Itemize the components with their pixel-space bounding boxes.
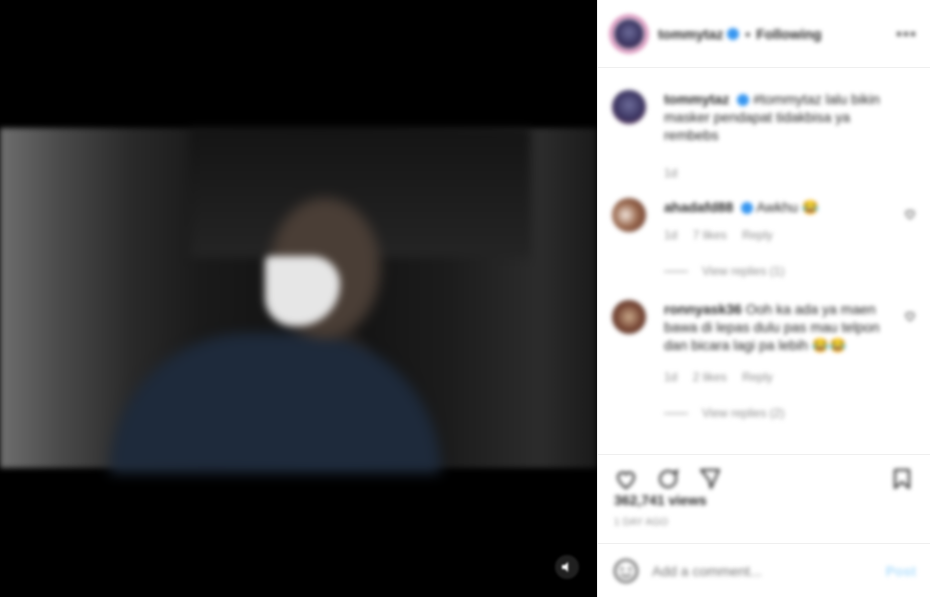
view-replies-button[interactable]: View replies (1) <box>664 262 886 280</box>
view-replies-button[interactable]: View replies (2) <box>664 404 886 422</box>
emoji-icon[interactable] <box>612 557 640 585</box>
verified-badge-icon <box>737 94 750 107</box>
comment-input[interactable] <box>652 562 886 579</box>
comment-like-heart-icon[interactable] <box>904 310 916 322</box>
comment-avatar[interactable] <box>612 198 646 232</box>
comment-likes[interactable]: 7 likes <box>693 228 727 242</box>
more-horizontal-icon[interactable] <box>896 27 916 41</box>
post-video[interactable] <box>0 0 597 597</box>
verified-badge-icon <box>741 202 754 215</box>
comment-username[interactable]: ronnyask36 <box>664 301 742 317</box>
comment-time[interactable]: 1d <box>664 228 677 242</box>
comment-like-heart-icon[interactable] <box>904 208 916 220</box>
mute-icon[interactable] <box>555 555 579 579</box>
caption-username[interactable]: tommytaz <box>664 91 729 107</box>
bookmark-icon[interactable] <box>888 465 916 493</box>
caption-avatar[interactable] <box>612 90 646 124</box>
reply-button[interactable]: Reply <box>742 370 773 384</box>
following-button[interactable]: Following <box>756 26 821 42</box>
comment-time[interactable]: 1d <box>664 370 677 384</box>
author-avatar[interactable] <box>612 16 646 51</box>
comment-avatar[interactable] <box>612 300 646 334</box>
author-username[interactable]: tommytaz <box>658 26 723 42</box>
caption-time[interactable]: 1d <box>664 166 677 180</box>
reply-button[interactable]: Reply <box>742 228 773 242</box>
comment-likes[interactable]: 2 likes <box>693 370 727 384</box>
video-frame <box>0 128 597 473</box>
post-header: tommytaz • Following <box>598 0 930 68</box>
header-separator: • <box>745 25 751 42</box>
view-count[interactable]: 362,741 views <box>614 492 707 508</box>
comment-text: Awkhu 😂 <box>756 199 820 215</box>
share-icon[interactable] <box>696 465 724 493</box>
post-side-panel: tommytaz • Following tommytaz #tommytaz … <box>597 0 930 597</box>
verified-badge-icon <box>727 27 740 40</box>
heart-icon[interactable] <box>612 465 640 493</box>
video-person-body <box>110 333 440 473</box>
add-comment-bar: Post <box>598 543 930 597</box>
comments-list: tommytaz #tommytaz lalu bikin masker pen… <box>598 68 930 454</box>
comment-username[interactable]: ahadafd88 <box>664 199 733 215</box>
comment-icon[interactable] <box>654 465 682 493</box>
post-date[interactable]: 1 DAY AGO <box>614 517 668 528</box>
post-comment-button[interactable]: Post <box>886 563 916 579</box>
